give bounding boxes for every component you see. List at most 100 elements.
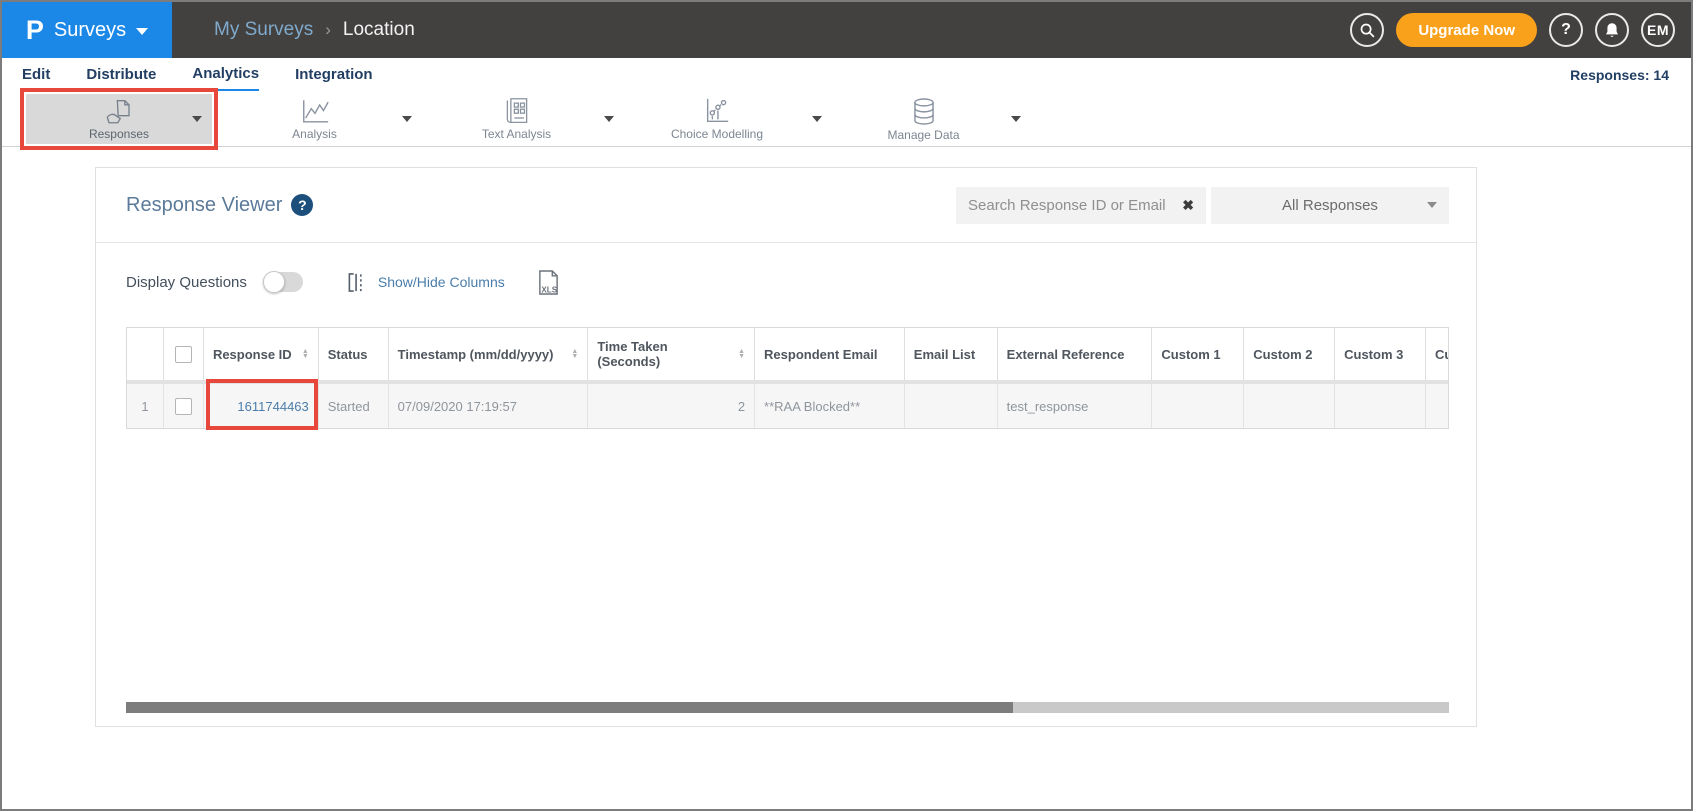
table-controls: Display Questions Show/Hide Columns XLS [96, 243, 1476, 321]
chevron-down-icon[interactable] [812, 116, 822, 122]
chevron-down-icon[interactable] [192, 116, 202, 122]
email-list-cell [905, 384, 998, 428]
responses-table: Response ID ▲▼ Status Timestamp (mm/dd/y… [126, 327, 1449, 429]
database-icon [911, 97, 937, 126]
row-checkbox[interactable] [175, 398, 192, 415]
xls-export-button[interactable]: XLS [537, 269, 560, 296]
scatter-chart-icon [703, 97, 731, 125]
custom-3-cell [1335, 384, 1426, 428]
tab-integration[interactable]: Integration [295, 60, 373, 90]
chevron-down-icon[interactable] [1011, 116, 1021, 122]
custom-4-cell [1426, 384, 1448, 428]
toolbar-responses-label: Responses [89, 127, 149, 141]
col-custom-1: Custom 1 [1152, 328, 1244, 380]
sort-icon[interactable]: ▲▼ [738, 349, 745, 359]
clear-search-icon[interactable]: ✖ [1182, 197, 1194, 214]
col-custom-3: Custom 3 [1335, 328, 1426, 380]
breadcrumb-current-survey: Location [343, 19, 415, 41]
page-title: Response Viewer [126, 194, 282, 217]
sort-icon[interactable]: ▲▼ [302, 349, 309, 359]
status-cell: Started [319, 384, 389, 428]
col-external-reference: External Reference [998, 328, 1153, 380]
breadcrumb: My Surveys › Location [214, 19, 415, 41]
display-questions-toggle[interactable] [263, 272, 303, 292]
col-time-taken[interactable]: Time Taken (Seconds) ▲▼ [588, 328, 755, 380]
toolbar-manage-data-label: Manage Data [887, 128, 959, 142]
tab-distribute[interactable]: Distribute [86, 60, 156, 90]
svg-text:XLS: XLS [541, 285, 557, 294]
toolbar-choice-modelling-label: Choice Modelling [671, 127, 763, 141]
chevron-down-icon [1427, 202, 1437, 208]
row-number: 1 [127, 384, 164, 428]
user-avatar[interactable]: EM [1641, 13, 1675, 47]
col-timestamp[interactable]: Timestamp (mm/dd/yyyy) ▲▼ [389, 328, 589, 380]
time-taken-cell: 2 [588, 384, 755, 428]
analytics-toolbar: Responses Analysis [2, 92, 1691, 147]
search-icon [1359, 22, 1376, 39]
col-custom-2: Custom 2 [1244, 328, 1335, 380]
scrollbar-thumb[interactable] [126, 702, 1013, 713]
show-hide-columns-link[interactable]: Show/Hide Columns [378, 274, 505, 290]
search-input[interactable] [968, 197, 1176, 214]
col-status: Status [319, 328, 389, 380]
document-grid-icon [504, 97, 530, 125]
toolbar-manage-data[interactable]: Manage Data [876, 92, 1021, 146]
search-button[interactable] [1350, 13, 1384, 47]
col-custom-4-truncated: Cu [1426, 328, 1448, 380]
col-email-list: Email List [905, 328, 998, 380]
app-window: P Surveys My Surveys › Location Upgrade … [0, 0, 1693, 811]
line-chart-icon [300, 98, 330, 125]
toolbar-text-analysis[interactable]: Text Analysis [469, 92, 614, 146]
filter-selected-value: All Responses [1282, 197, 1378, 214]
chevron-down-icon [136, 28, 148, 35]
responses-count: Responses: 14 [1570, 67, 1669, 83]
chevron-down-icon[interactable] [402, 116, 412, 122]
table-row: 1 1611744463 Started 07/09/2020 17:19:57… [127, 384, 1448, 428]
response-id-cell: 1611744463 [204, 384, 319, 428]
title-help-icon[interactable]: ? [291, 194, 313, 216]
custom-1-cell [1152, 384, 1244, 428]
header-actions: Upgrade Now ? EM [1350, 13, 1691, 47]
toolbar-analysis[interactable]: Analysis [267, 92, 412, 146]
product-switcher[interactable]: P Surveys [2, 2, 172, 58]
table-header-row: Response ID ▲▼ Status Timestamp (mm/dd/y… [127, 328, 1448, 380]
custom-2-cell [1244, 384, 1335, 428]
upgrade-now-button[interactable]: Upgrade Now [1396, 13, 1537, 47]
respondent-email-cell: **RAA Blocked** [755, 384, 905, 428]
card-header: Response Viewer ? ✖ All Responses [96, 168, 1476, 243]
page-title-wrap: Response Viewer ? [126, 194, 313, 217]
bell-icon [1604, 22, 1620, 39]
col-row-number [127, 328, 164, 380]
toolbar-text-analysis-label: Text Analysis [482, 127, 551, 141]
col-response-id[interactable]: Response ID ▲▼ [204, 328, 319, 380]
survey-nav-tabs: Edit Distribute Analytics Integration Re… [2, 58, 1691, 92]
select-all-checkbox[interactable] [175, 346, 192, 363]
product-name: Surveys [54, 19, 126, 42]
help-button[interactable]: ? [1549, 13, 1583, 47]
row-select-cell [164, 384, 204, 428]
toolbar-choice-modelling[interactable]: Choice Modelling [662, 92, 822, 146]
hand-response-icon [104, 98, 134, 125]
display-questions-label: Display Questions [126, 274, 247, 291]
notifications-button[interactable] [1595, 13, 1629, 47]
response-filter-dropdown[interactable]: All Responses [1211, 187, 1449, 224]
toggle-knob [263, 271, 285, 293]
questionpro-logo: P [26, 17, 44, 44]
columns-icon[interactable] [347, 272, 368, 293]
breadcrumb-my-surveys[interactable]: My Surveys [214, 19, 313, 41]
horizontal-scrollbar[interactable] [126, 702, 1449, 713]
response-id-link[interactable]: 1611744463 [237, 399, 308, 414]
top-header: P Surveys My Surveys › Location Upgrade … [2, 2, 1691, 58]
tab-analytics[interactable]: Analytics [192, 59, 259, 91]
toolbar-responses[interactable]: Responses [26, 94, 212, 144]
response-viewer-card: Response Viewer ? ✖ All Responses Displa… [95, 167, 1477, 727]
chevron-down-icon[interactable] [604, 116, 614, 122]
breadcrumb-separator: › [325, 20, 331, 40]
responses-tool: Responses [89, 98, 149, 141]
col-select-all [164, 328, 204, 380]
toolbar-analysis-label: Analysis [292, 127, 337, 141]
tab-edit[interactable]: Edit [22, 60, 50, 90]
sort-icon[interactable]: ▲▼ [571, 349, 578, 359]
col-respondent-email: Respondent Email [755, 328, 905, 380]
timestamp-cell: 07/09/2020 17:19:57 [389, 384, 589, 428]
